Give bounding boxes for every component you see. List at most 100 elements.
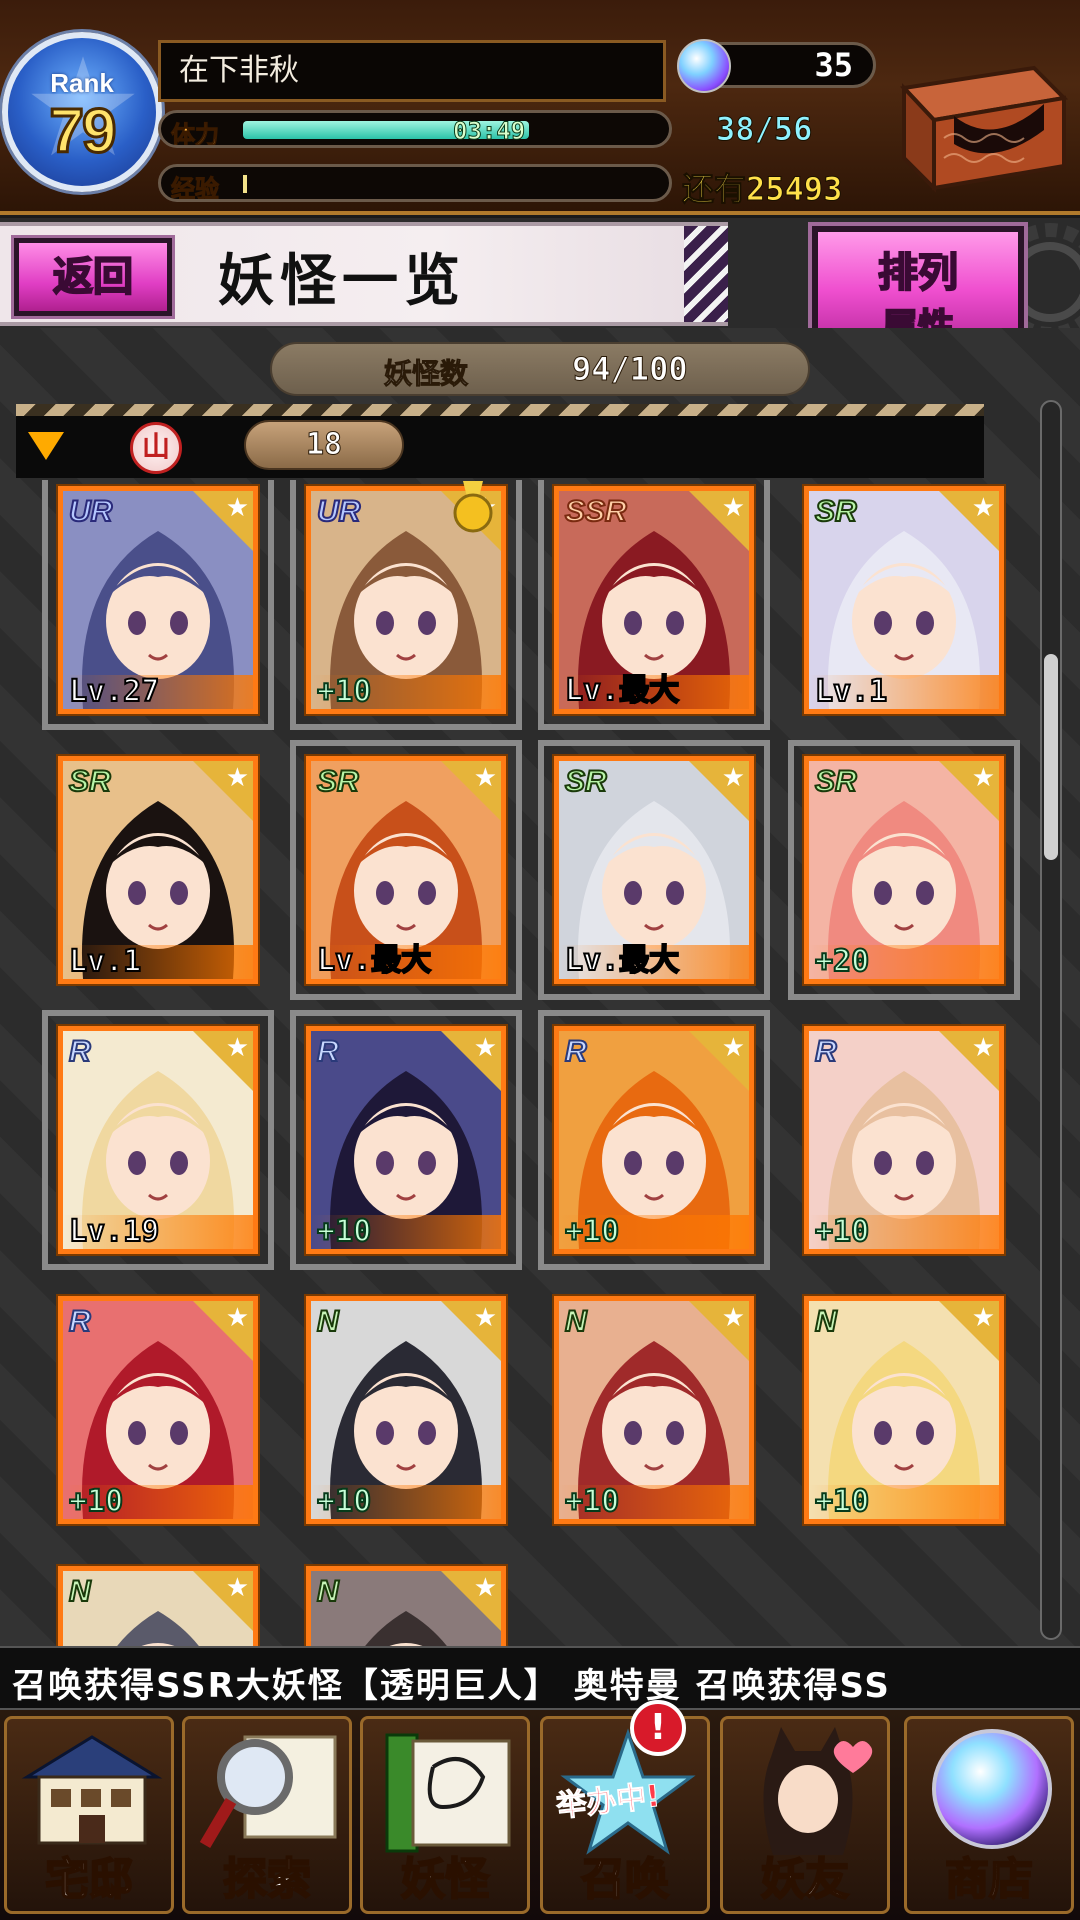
level-label: +10 bbox=[316, 1483, 372, 1520]
bottom-nav: 宅邸 探索 妖怪 召唤 妖友 商店 bbox=[0, 1710, 1080, 1920]
yokai-card[interactable]: SR ★ Lv.最大 bbox=[538, 740, 770, 1000]
rarity-badge: N bbox=[564, 1304, 588, 1339]
rarity-badge: R bbox=[68, 1304, 92, 1339]
star-icon: ★ bbox=[193, 1571, 253, 1631]
rarity-badge: SR bbox=[564, 764, 608, 799]
yokai-card[interactable]: SSR ★ Lv.最大 bbox=[538, 480, 770, 730]
nav-label: 妖怪 bbox=[400, 1853, 490, 1906]
yokai-card[interactable]: N ★ +10 bbox=[804, 1296, 1004, 1524]
star-icon: ★ bbox=[441, 1571, 501, 1631]
star-icon: ★ bbox=[441, 1031, 501, 1091]
nav-label: 召唤 bbox=[580, 1853, 670, 1906]
level-label: +10 bbox=[814, 1213, 870, 1250]
star-icon: ★ bbox=[441, 1301, 501, 1361]
level-label: Lv.最大 bbox=[564, 672, 680, 709]
yokai-card[interactable]: R ★ +10 bbox=[538, 1010, 770, 1270]
level-label: Lv.最大 bbox=[316, 942, 432, 979]
yokai-card[interactable]: R ★ Lv.19 bbox=[42, 1010, 274, 1270]
stamina-label: 体力 bbox=[171, 121, 220, 148]
exp-fill bbox=[243, 175, 248, 193]
nav-friends[interactable]: 妖友 bbox=[720, 1716, 890, 1914]
star-icon: ★ bbox=[689, 491, 749, 551]
filter-bar: 山 18 bbox=[16, 404, 984, 478]
rarity-badge: UR bbox=[68, 494, 113, 529]
exp-bar: 经验 bbox=[158, 164, 672, 202]
yokai-card[interactable]: N ★ bbox=[306, 1566, 506, 1646]
collapse-triangle-icon[interactable] bbox=[28, 432, 64, 460]
rarity-badge: N bbox=[316, 1574, 340, 1609]
exp-label: 经验 bbox=[171, 175, 220, 202]
gem-counter[interactable]: 35 bbox=[677, 39, 876, 93]
sort-label: 排列 bbox=[877, 249, 959, 297]
yokai-card[interactable]: UR ★ Lv.27 bbox=[42, 480, 274, 730]
star-icon: ★ bbox=[689, 761, 749, 821]
gold-medal-icon bbox=[453, 481, 493, 533]
yokai-card[interactable]: R ★ +10 bbox=[290, 1010, 522, 1270]
crystal-orb-icon bbox=[932, 1729, 1052, 1849]
stamina-value: 38/56 bbox=[715, 110, 813, 149]
mountain-emblem-icon[interactable]: 山 bbox=[130, 422, 182, 474]
yokai-card-grid: UR★Lv.27UR★+10SSR★Lv.最大SR★Lv.1SR★Lv.1SR★… bbox=[0, 480, 1030, 1646]
rarity-badge: UR bbox=[316, 494, 361, 529]
level-label: Lv.27 bbox=[68, 673, 160, 710]
yokai-card[interactable]: SR ★ Lv.1 bbox=[804, 486, 1004, 714]
mansion-icon bbox=[21, 1735, 163, 1845]
scroll-icon bbox=[385, 1733, 511, 1853]
rank-label: Rank bbox=[50, 68, 114, 98]
title-banner: 返回 妖怪一览 bbox=[0, 222, 728, 326]
yokai-card[interactable]: UR★+10 bbox=[290, 480, 522, 730]
filter-count: 18 bbox=[244, 420, 404, 470]
back-button[interactable]: 返回 bbox=[11, 235, 175, 319]
sort-button[interactable]: 排列 属性 bbox=[808, 222, 1028, 349]
status-header: Rank 79 在下非秋 体力 03:49 38/56 经验 还有25493 3… bbox=[0, 0, 1080, 215]
level-label: Lv.最大 bbox=[564, 942, 680, 979]
treasure-chest-icon[interactable] bbox=[884, 48, 1070, 198]
yokai-card[interactable]: SR ★ Lv.最大 bbox=[290, 740, 522, 1000]
star-icon: ★ bbox=[193, 761, 253, 821]
summon-alert-badge: ! bbox=[630, 1700, 686, 1756]
rarity-badge: N bbox=[814, 1304, 838, 1339]
nav-explore[interactable]: 探索 bbox=[182, 1716, 352, 1914]
rarity-badge: SR bbox=[68, 764, 112, 799]
star-icon: ★ bbox=[193, 1301, 253, 1361]
star-icon: ★ bbox=[939, 491, 999, 551]
scrollbar-thumb[interactable] bbox=[1044, 654, 1058, 860]
exp-remaining: 还有25493 bbox=[681, 170, 843, 209]
yokai-card[interactable]: N ★ bbox=[58, 1566, 258, 1646]
page-title: 妖怪一览 bbox=[218, 248, 466, 314]
yokai-card[interactable]: SR ★ Lv.1 bbox=[58, 756, 258, 984]
magnifier-map-icon bbox=[199, 1735, 337, 1849]
nav-label: 商店 bbox=[944, 1853, 1034, 1906]
level-label: +10 bbox=[564, 1213, 620, 1250]
nav-label: 妖友 bbox=[760, 1853, 850, 1906]
stamina-bar: 体力 03:49 bbox=[158, 110, 672, 148]
stamina-timer: 03:49 bbox=[452, 117, 526, 146]
nav-mansion[interactable]: 宅邸 bbox=[4, 1716, 174, 1914]
yokai-card[interactable]: R ★ +10 bbox=[804, 1026, 1004, 1254]
rank-badge[interactable]: Rank 79 bbox=[2, 32, 162, 192]
star-icon: ★ bbox=[441, 761, 501, 821]
rarity-badge: R bbox=[564, 1034, 588, 1069]
star-icon: ★ bbox=[193, 1031, 253, 1091]
scrollbar-track[interactable] bbox=[1040, 400, 1062, 1640]
rarity-badge: N bbox=[68, 1574, 92, 1609]
ticker-text: A 召唤获得SSR大妖怪【透明巨人】 奥特曼 召唤获得SS bbox=[0, 1666, 891, 1706]
yokai-card[interactable]: N ★ +10 bbox=[306, 1296, 506, 1524]
rank-value: 79 bbox=[48, 96, 118, 168]
rarity-badge: R bbox=[814, 1034, 838, 1069]
star-icon: ★ bbox=[939, 1301, 999, 1361]
star-icon: ★ bbox=[689, 1031, 749, 1091]
level-label: Lv.1 bbox=[814, 673, 888, 710]
yokai-card[interactable]: R ★ +10 bbox=[58, 1296, 258, 1524]
player-name: 在下非秋 bbox=[158, 40, 666, 102]
nav-shop[interactable]: 商店 bbox=[904, 1716, 1074, 1914]
yokai-card[interactable]: SR ★ +20 bbox=[788, 740, 1020, 1000]
level-label: Lv.1 bbox=[68, 943, 142, 980]
star-icon: ★ bbox=[939, 761, 999, 821]
yokai-card[interactable]: N ★ +10 bbox=[554, 1296, 754, 1524]
news-ticker: A 召唤获得SSR大妖怪【透明巨人】 奥特曼 召唤获得SS bbox=[0, 1646, 1080, 1710]
level-label: +10 bbox=[564, 1483, 620, 1520]
nav-label: 探索 bbox=[222, 1853, 312, 1906]
nav-yokai[interactable]: 妖怪 bbox=[360, 1716, 530, 1914]
level-label: Lv.19 bbox=[68, 1213, 160, 1250]
